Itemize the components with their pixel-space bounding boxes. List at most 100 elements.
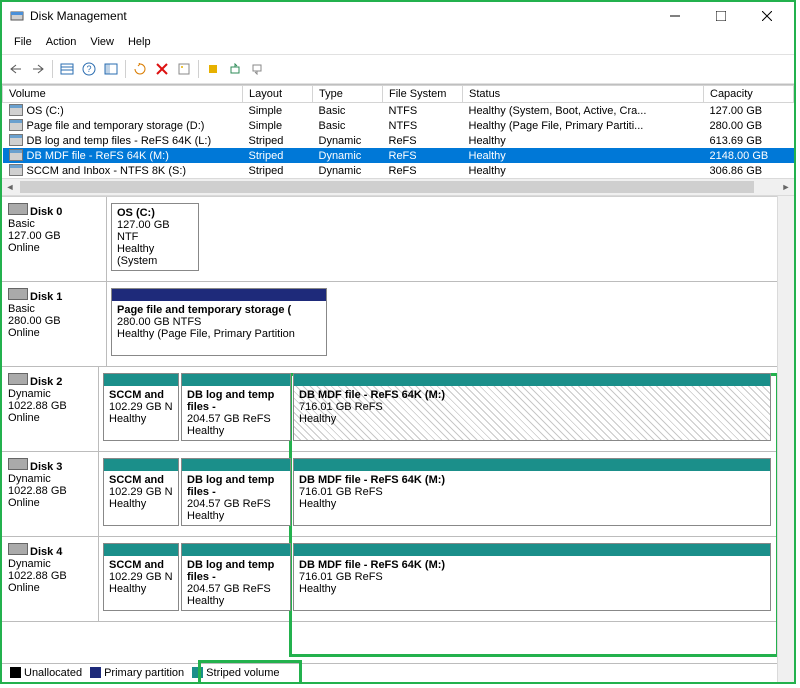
disk-icon bbox=[8, 543, 28, 555]
graphical-view-icon[interactable] bbox=[101, 59, 121, 79]
partition[interactable]: SCCM and102.29 GB NHealthy bbox=[103, 458, 179, 526]
partition[interactable]: DB log and temp files -204.57 GB ReFSHea… bbox=[181, 373, 291, 441]
menu-action[interactable]: Action bbox=[40, 34, 83, 50]
partition-bar bbox=[104, 459, 178, 471]
properties-icon[interactable] bbox=[174, 59, 194, 79]
swatch-unallocated bbox=[10, 667, 21, 678]
disk-body: SCCM and102.29 GB NHealthyDB log and tem… bbox=[99, 537, 777, 621]
volume-row[interactable]: SCCM and Inbox - NTFS 8K (S:)StripedDyna… bbox=[3, 163, 794, 178]
disk-header[interactable]: Disk 2Dynamic1022.88 GBOnline bbox=[2, 367, 99, 451]
maximize-button[interactable] bbox=[698, 2, 744, 30]
toolbar: ? bbox=[2, 54, 794, 84]
disk-body: SCCM and102.29 GB NHealthyDB log and tem… bbox=[99, 452, 777, 536]
col-type[interactable]: Type bbox=[313, 86, 383, 103]
partition-bar bbox=[104, 374, 178, 386]
disk-icon bbox=[8, 458, 28, 470]
partition[interactable]: SCCM and102.29 GB NHealthy bbox=[103, 543, 179, 611]
volume-row[interactable]: Page file and temporary storage (D:)Simp… bbox=[3, 118, 794, 133]
swatch-primary bbox=[90, 667, 101, 678]
col-capacity[interactable]: Capacity bbox=[704, 86, 794, 103]
forward-button[interactable] bbox=[28, 59, 48, 79]
disk-header[interactable]: Disk 0Basic127.00 GBOnline bbox=[2, 197, 107, 281]
partition-bar bbox=[112, 289, 326, 301]
volume-row[interactable]: DB log and temp files - ReFS 64K (L:)Str… bbox=[3, 133, 794, 148]
partition-bar bbox=[294, 544, 770, 556]
help-icon[interactable]: ? bbox=[79, 59, 99, 79]
partition[interactable]: OS (C:)127.00 GB NTFHealthy (System bbox=[111, 203, 199, 271]
partition[interactable]: Page file and temporary storage (280.00 … bbox=[111, 288, 327, 356]
partition[interactable]: SCCM and102.29 GB NHealthy bbox=[103, 373, 179, 441]
volume-list: Volume Layout Type File System Status Ca… bbox=[2, 84, 794, 196]
swatch-striped bbox=[192, 667, 203, 678]
disk-header[interactable]: Disk 1Basic280.00 GBOnline bbox=[2, 282, 107, 366]
scroll-thumb[interactable] bbox=[20, 181, 754, 193]
detach-icon[interactable] bbox=[247, 59, 267, 79]
disk-body: OS (C:)127.00 GB NTFHealthy (System bbox=[107, 197, 777, 281]
partition-bar bbox=[182, 544, 290, 556]
volume-icon bbox=[9, 119, 23, 131]
partition[interactable]: DB MDF file - ReFS 64K (M:)716.01 GB ReF… bbox=[293, 458, 771, 526]
disk-icon bbox=[8, 203, 28, 215]
legend: Unallocated Primary partition Striped vo… bbox=[2, 663, 777, 682]
legend-primary: Primary partition bbox=[90, 667, 184, 679]
disk-row: Disk 4Dynamic1022.88 GBOnlineSCCM and102… bbox=[2, 537, 777, 622]
partition[interactable]: DB MDF file - ReFS 64K (M:)716.01 GB ReF… bbox=[293, 543, 771, 611]
scroll-right-arrow[interactable]: ► bbox=[778, 179, 794, 195]
partition-bar bbox=[294, 374, 770, 386]
close-button[interactable] bbox=[744, 2, 790, 30]
partition[interactable]: DB log and temp files -204.57 GB ReFSHea… bbox=[181, 458, 291, 526]
vertical-scrollbar[interactable] bbox=[777, 196, 794, 682]
partition[interactable]: DB MDF file - ReFS 64K (M:)716.01 GB ReF… bbox=[293, 373, 771, 441]
separator bbox=[52, 60, 53, 78]
disk-header[interactable]: Disk 4Dynamic1022.88 GBOnline bbox=[2, 537, 99, 621]
app-icon bbox=[10, 9, 24, 23]
back-button[interactable] bbox=[6, 59, 26, 79]
partition[interactable]: DB log and temp files -204.57 GB ReFSHea… bbox=[181, 543, 291, 611]
disk-row: Disk 2Dynamic1022.88 GBOnlineSCCM and102… bbox=[2, 367, 777, 452]
menu-view[interactable]: View bbox=[84, 34, 120, 50]
menu-file[interactable]: File bbox=[8, 34, 38, 50]
delete-icon[interactable] bbox=[152, 59, 172, 79]
volume-icon bbox=[9, 134, 23, 146]
legend-unallocated: Unallocated bbox=[10, 667, 82, 679]
volume-icon bbox=[9, 164, 23, 176]
col-status[interactable]: Status bbox=[463, 86, 704, 103]
attach-icon[interactable] bbox=[225, 59, 245, 79]
volume-icon bbox=[9, 104, 23, 116]
list-view-icon[interactable] bbox=[57, 59, 77, 79]
menu-help[interactable]: Help bbox=[122, 34, 157, 50]
disk-icon bbox=[8, 373, 28, 385]
partition-bar bbox=[182, 374, 290, 386]
minimize-button[interactable] bbox=[652, 2, 698, 30]
separator bbox=[125, 60, 126, 78]
horizontal-scrollbar[interactable]: ◄ ► bbox=[2, 178, 794, 196]
partition-bar bbox=[104, 544, 178, 556]
disk-row: Disk 3Dynamic1022.88 GBOnlineSCCM and102… bbox=[2, 452, 777, 537]
col-fs[interactable]: File System bbox=[383, 86, 463, 103]
col-layout[interactable]: Layout bbox=[243, 86, 313, 103]
column-headers[interactable]: Volume Layout Type File System Status Ca… bbox=[3, 86, 794, 103]
disk-row: Disk 1Basic280.00 GBOnlinePage file and … bbox=[2, 282, 777, 367]
partition-bar bbox=[294, 459, 770, 471]
volume-icon bbox=[9, 149, 23, 161]
separator bbox=[198, 60, 199, 78]
window-frame: Disk Management File Action View Help ? bbox=[0, 0, 796, 684]
titlebar: Disk Management bbox=[2, 2, 794, 30]
scroll-left-arrow[interactable]: ◄ bbox=[2, 179, 18, 195]
volume-row[interactable]: DB MDF file - ReFS 64K (M:)StripedDynami… bbox=[3, 148, 794, 163]
disk-pane[interactable]: Disk 0Basic127.00 GBOnlineOS (C:)127.00 … bbox=[2, 196, 777, 663]
disk-body: Page file and temporary storage (280.00 … bbox=[107, 282, 777, 366]
menubar: File Action View Help bbox=[2, 30, 794, 54]
disk-icon bbox=[8, 288, 28, 300]
col-volume[interactable]: Volume bbox=[3, 86, 243, 103]
action-icon[interactable] bbox=[203, 59, 223, 79]
svg-text:?: ? bbox=[86, 64, 91, 74]
disk-header[interactable]: Disk 3Dynamic1022.88 GBOnline bbox=[2, 452, 99, 536]
refresh-icon[interactable] bbox=[130, 59, 150, 79]
disk-row: Disk 0Basic127.00 GBOnlineOS (C:)127.00 … bbox=[2, 197, 777, 282]
disk-body: SCCM and102.29 GB NHealthyDB log and tem… bbox=[99, 367, 777, 451]
window-title: Disk Management bbox=[30, 9, 652, 23]
legend-striped: Striped volume bbox=[192, 667, 279, 679]
volume-row[interactable]: OS (C:)SimpleBasicNTFSHealthy (System, B… bbox=[3, 103, 794, 119]
partition-bar bbox=[182, 459, 290, 471]
